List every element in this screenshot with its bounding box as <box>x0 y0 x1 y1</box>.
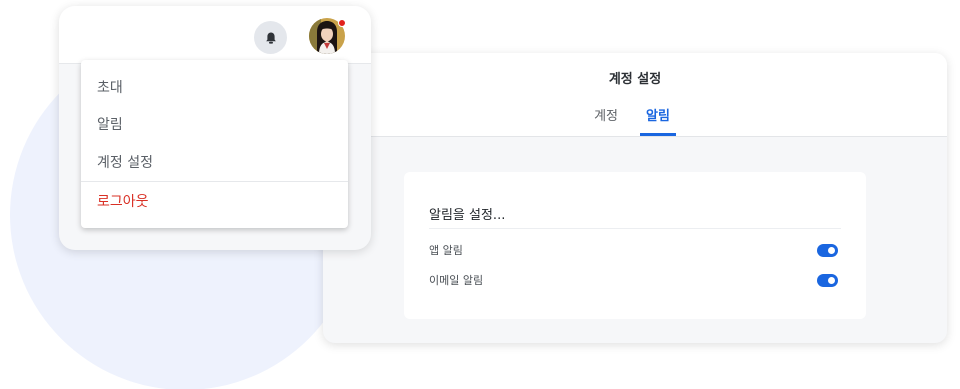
notification-settings-card: 알림을 설정... 앱 알림 이메일 알림 <box>404 172 866 319</box>
email-notification-row: 이메일 알림 <box>429 272 838 288</box>
bell-icon <box>265 32 276 44</box>
stage: 계정 설정 계정 알림 알림을 설정... 앱 알림 이메일 알림 초대 알림 … <box>0 0 960 389</box>
settings-header: 계정 설정 계정 알림 <box>323 53 947 137</box>
card-heading: 알림을 설정... <box>429 208 506 223</box>
app-notification-row: 앱 알림 <box>429 242 838 258</box>
tab-account[interactable]: 계정 <box>594 109 618 136</box>
header-panel: 초대 알림 계정 설정 로그아웃 <box>59 6 371 250</box>
email-notification-label: 이메일 알림 <box>429 274 484 287</box>
menu-item-invite[interactable]: 초대 <box>81 68 348 105</box>
settings-tabs: 계정 알림 <box>323 109 947 136</box>
user-dropdown-menu: 초대 알림 계정 설정 로그아웃 <box>81 60 348 228</box>
app-notification-toggle[interactable] <box>817 243 838 257</box>
top-header-bar <box>59 6 371 64</box>
menu-item-logout[interactable]: 로그아웃 <box>81 182 348 219</box>
account-settings-panel: 계정 설정 계정 알림 알림을 설정... 앱 알림 이메일 알림 <box>323 53 947 343</box>
menu-item-account-settings[interactable]: 계정 설정 <box>81 143 348 180</box>
card-divider <box>429 228 841 229</box>
toggle-knob <box>828 276 835 284</box>
email-notification-toggle[interactable] <box>817 273 838 287</box>
avatar-button[interactable] <box>309 18 346 54</box>
menu-item-notifications[interactable]: 알림 <box>81 105 348 142</box>
status-dot <box>338 19 346 27</box>
tab-notifications[interactable]: 알림 <box>640 109 676 136</box>
toggle-knob <box>828 246 835 254</box>
notifications-button[interactable] <box>254 21 287 54</box>
app-notification-label: 앱 알림 <box>429 244 463 257</box>
settings-title: 계정 설정 <box>608 72 662 87</box>
